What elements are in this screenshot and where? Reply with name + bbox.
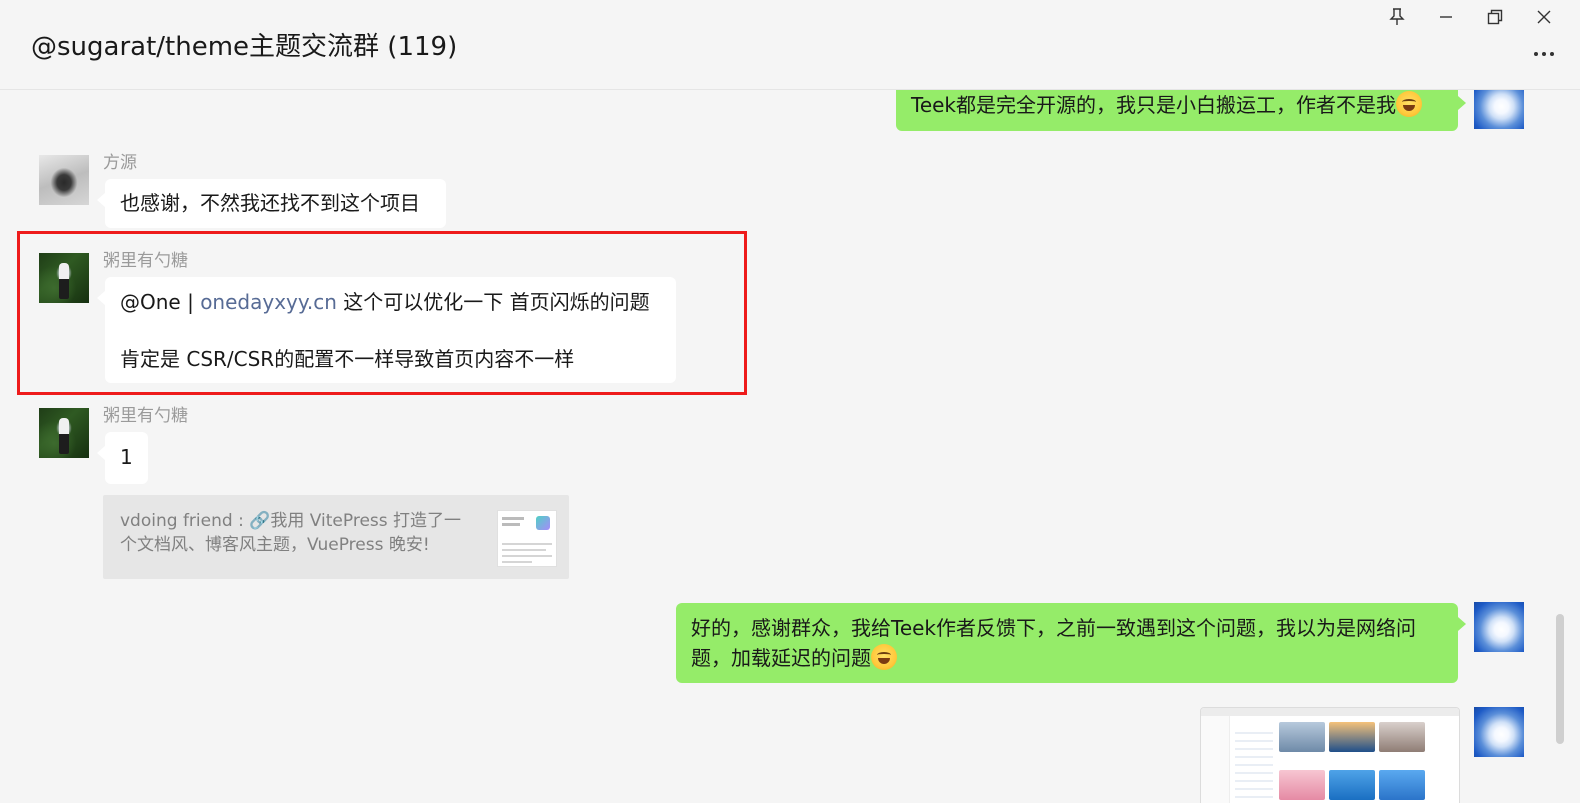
message-text: Teek都是完全开源的，我只是小白搬运工，作者不是我: [911, 93, 1397, 117]
quoted-message[interactable]: vdoing friend : 🔗我用 VitePress 打造了一个文档风、博…: [103, 495, 569, 579]
message-line: @One | onedayxyy.cn 这个可以优化一下 首页闪烁的问题: [120, 287, 676, 317]
avatar[interactable]: [39, 253, 89, 303]
self-avatar[interactable]: [1474, 707, 1524, 757]
chat-window: @sugarat/theme主题交流群 (119) Teek都是完全开源的，我只…: [0, 0, 1580, 803]
message-link[interactable]: onedayxyy.cn: [200, 290, 337, 314]
minimize-icon[interactable]: [1432, 4, 1460, 30]
chat-title: @sugarat/theme主题交流群 (119): [31, 32, 458, 62]
laughing-tears-emoji-icon: [1396, 91, 1423, 117]
crying-laughing-emoji-icon: [871, 644, 897, 670]
chat-header: @sugarat/theme主题交流群 (119): [0, 0, 1580, 90]
image-message[interactable]: [1200, 707, 1460, 803]
pin-icon[interactable]: [1383, 4, 1411, 30]
message-line: 肯定是 CSR/CSR的配置不一样导致首页内容不一样: [120, 347, 575, 371]
sender-name: 方源: [103, 153, 137, 173]
message-text: 也感谢，不然我还找不到这个项目: [120, 191, 420, 215]
sender-name: 粥里有勺糖: [103, 251, 188, 271]
avatar[interactable]: [39, 155, 89, 205]
message-text: 这个可以优化一下 首页闪烁的问题: [336, 290, 650, 314]
message-bubble-incoming[interactable]: 也感谢，不然我还找不到这个项目: [97, 179, 446, 228]
self-avatar[interactable]: [1474, 90, 1524, 129]
mention-text: @One |: [120, 290, 201, 314]
more-icon[interactable]: [1528, 44, 1560, 64]
restore-icon[interactable]: [1481, 4, 1509, 30]
close-icon[interactable]: [1530, 4, 1558, 30]
avatar[interactable]: [39, 408, 89, 458]
message-text: 1: [120, 445, 133, 469]
quote-thumbnail[interactable]: [497, 510, 557, 567]
message-bubble-outgoing[interactable]: 好的，感谢群众，我给Teek作者反馈下，之前一致遇到这个问题，我以为是网络问题，…: [676, 603, 1466, 683]
sender-name: 粥里有勺糖: [103, 406, 188, 426]
message-text: 好的，感谢群众，我给Teek作者反馈下，之前一致遇到这个问题，我以为是网络问题，…: [691, 616, 1417, 670]
scrollbar[interactable]: [1556, 614, 1564, 744]
message-bubble-incoming[interactable]: @One | onedayxyy.cn 这个可以优化一下 首页闪烁的问题 肯定是…: [97, 277, 676, 383]
message-bubble-incoming[interactable]: 1: [97, 432, 148, 484]
quote-text: vdoing friend : 🔗我用 VitePress 打造了一个文档风、博…: [120, 511, 462, 555]
self-avatar[interactable]: [1474, 602, 1524, 652]
message-list[interactable]: Teek都是完全开源的，我只是小白搬运工，作者不是我 方源 也感谢，不然我还找不…: [0, 90, 1552, 803]
message-bubble-outgoing[interactable]: Teek都是完全开源的，我只是小白搬运工，作者不是我: [896, 90, 1466, 131]
